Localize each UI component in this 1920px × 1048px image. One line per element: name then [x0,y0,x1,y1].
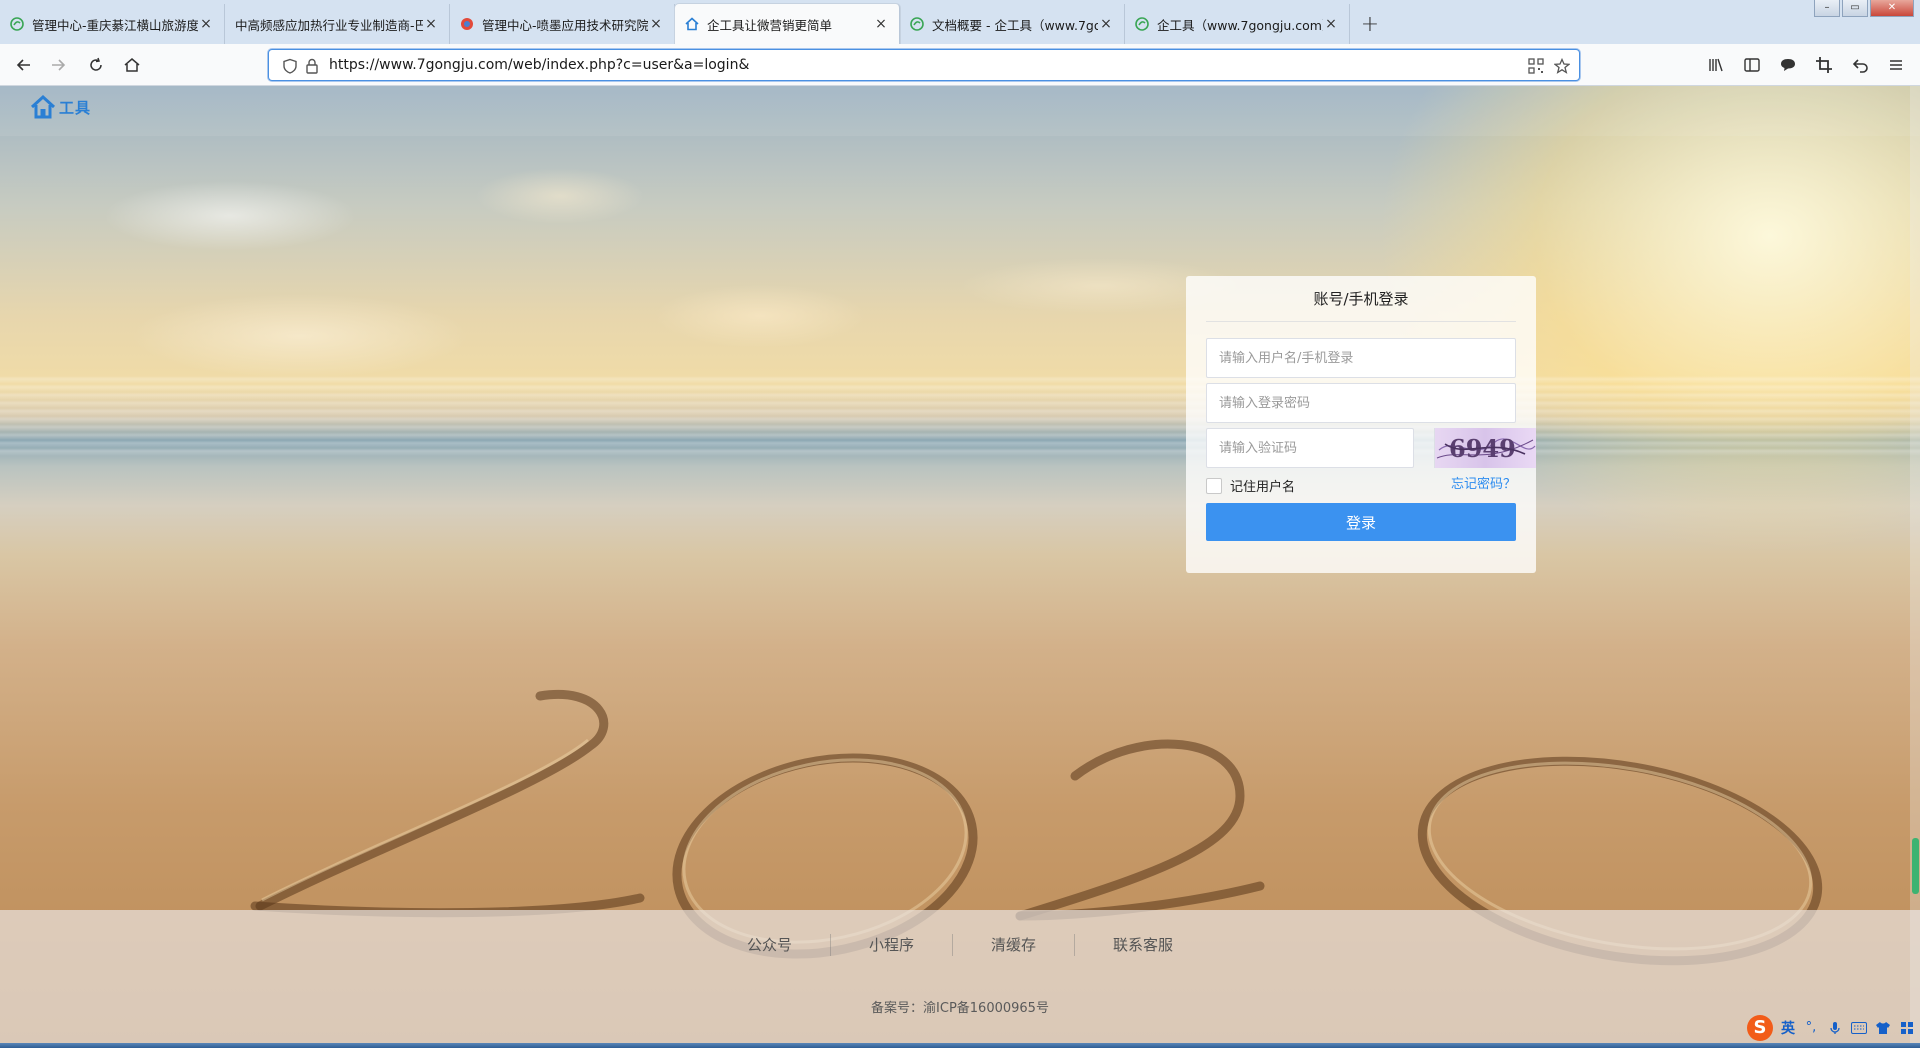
captcha-noise: 6949 [1436,434,1536,463]
captcha-row: 6949 [1206,428,1536,468]
remember-label[interactable]: 记住用户名 [1230,476,1295,495]
browser-titlebar: 管理中心-重庆綦江横山旅游度 × 中高频感应加热行业专业制造商-巴 × 管理中心… [0,0,1920,44]
new-tab-button[interactable]: + [1350,4,1390,44]
punctuation-icon[interactable]: °, [1803,1020,1819,1036]
window-controls: – ▭ ✕ [1814,0,1914,17]
tab-close-icon[interactable]: × [1098,16,1114,32]
tab-5[interactable]: 文档概要 - 企工具（www.7gon × [900,4,1125,44]
scrollbar-thumb[interactable] [1912,838,1919,894]
sand-writing-2020 [250,690,1823,966]
remember-me: 记住用户名 [1206,476,1295,495]
captcha-image[interactable]: 6949 [1434,428,1536,468]
sogou-ime-icon[interactable]: S [1747,1014,1773,1041]
skin-shirt-icon[interactable] [1875,1020,1891,1036]
os-taskbar [0,1043,1920,1048]
username-input[interactable] [1207,339,1515,377]
tab-title: 中高频感应加热行业专业制造商-巴 [235,17,423,33]
footer-link-contact-service[interactable]: 联系客服 [1075,934,1211,956]
blue-house-icon [685,17,699,31]
password-input[interactable] [1207,384,1515,422]
sea-waves-background [0,376,1920,456]
menu-hamburger-icon[interactable] [1884,53,1908,77]
green-leaf-icon [10,17,24,31]
library-icon[interactable] [1704,53,1728,77]
login-card: 账号/手机登录 6949 记住用户名 忘记密码？ [1186,276,1536,573]
green-leaf-icon [1135,17,1149,31]
tab-title: 企工具让微营销更简单 [707,17,833,33]
footer-link-miniprogram[interactable]: 小程序 [831,934,953,956]
url-text[interactable]: https://www.7gongju.com/web/index.php?c=… [329,57,749,73]
tab-6[interactable]: 企工具（www.7gongju.com） × [1125,4,1350,44]
qr-code-icon[interactable] [1527,57,1545,75]
site-logo[interactable]: 工具 [30,94,91,120]
captcha-field[interactable] [1206,428,1414,468]
house-logo-icon [30,94,56,119]
tab-close-icon[interactable]: × [423,16,439,32]
tab-close-icon[interactable]: × [1323,16,1339,32]
forgot-password-link[interactable]: 忘记密码？ [1451,473,1516,492]
password-field[interactable] [1206,383,1516,423]
tab-title: 管理中心-重庆綦江横山旅游度 [32,17,198,33]
captcha-input[interactable] [1207,429,1413,467]
tab-title: 管理中心-喷墨应用技术研究院 [482,17,648,33]
lock-icon[interactable] [303,57,321,75]
tab-title: 文档概要 - 企工具（www.7gon [932,17,1098,33]
chat-bubble-icon[interactable] [1776,53,1800,77]
url-bar[interactable]: https://www.7gongju.com/web/index.php?c=… [268,49,1580,81]
tab-close-icon[interactable]: × [198,16,214,32]
ime-mode-label[interactable]: 英 [1781,1018,1795,1038]
login-title: 账号/手机登录 [1206,276,1516,322]
tab-title: 企工具（www.7gongju.com） [1157,17,1323,33]
tab-close-icon[interactable]: × [648,16,664,32]
sidebar-icon[interactable] [1740,53,1764,77]
tab-2[interactable]: 中高频感应加热行业专业制造商-巴 × [225,4,450,44]
icp-beian-text[interactable]: 备案号：渝ICP备16000965号 [0,997,1920,1016]
tab-close-icon[interactable]: × [873,16,889,32]
site-footer: 公众号 小程序 清缓存 联系客服 备案号：渝ICP备16000965号 [0,910,1920,1043]
minimize-icon[interactable]: – [1814,0,1840,17]
keyboard-icon[interactable] [1851,1020,1867,1036]
crop-icon[interactable] [1812,53,1836,77]
username-field[interactable] [1206,338,1516,378]
footer-link-clear-cache[interactable]: 清缓存 [953,934,1076,956]
site-header: 工具 [0,86,1920,136]
footer-links: 公众号 小程序 清缓存 联系客服 [0,934,1920,956]
page-scrollbar[interactable] [1910,86,1920,1043]
bookmark-star-icon[interactable] [1553,57,1571,75]
microphone-icon[interactable] [1827,1020,1843,1036]
back-arrow-icon[interactable] [12,53,36,77]
login-button[interactable]: 登录 [1206,503,1516,541]
undo-arrow-icon[interactable] [1848,53,1872,77]
tab-4-active[interactable]: 企工具让微营销更简单 × [675,4,900,44]
login-page: 工具 账号/手机登录 6949 记住用 [0,86,1920,1043]
footer-link-gongzhonghao[interactable]: 公众号 [709,934,831,956]
navigation-toolbar: https://www.7gongju.com/web/index.php?c=… [0,44,1920,86]
maximize-icon[interactable]: ▭ [1842,0,1868,17]
forward-arrow-icon[interactable] [46,53,70,77]
home-icon[interactable] [120,53,144,77]
tab-1[interactable]: 管理中心-重庆綦江横山旅游度 × [0,4,225,44]
tab-strip: 管理中心-重庆綦江横山旅游度 × 中高频感应加热行业专业制造商-巴 × 管理中心… [0,0,1390,44]
reload-icon[interactable] [84,53,108,77]
shield-icon[interactable] [281,57,299,75]
green-leaf-icon [910,17,924,31]
window-close-icon[interactable]: ✕ [1870,0,1914,17]
red-globe-icon [461,18,473,30]
logo-text: 工具 [59,98,92,117]
ime-toolbar: S 英 °, [1743,1012,1920,1043]
remember-checkbox[interactable] [1206,477,1222,494]
toolbox-grid-icon[interactable] [1899,1020,1915,1036]
tab-3[interactable]: 管理中心-喷墨应用技术研究院 × [450,4,675,44]
